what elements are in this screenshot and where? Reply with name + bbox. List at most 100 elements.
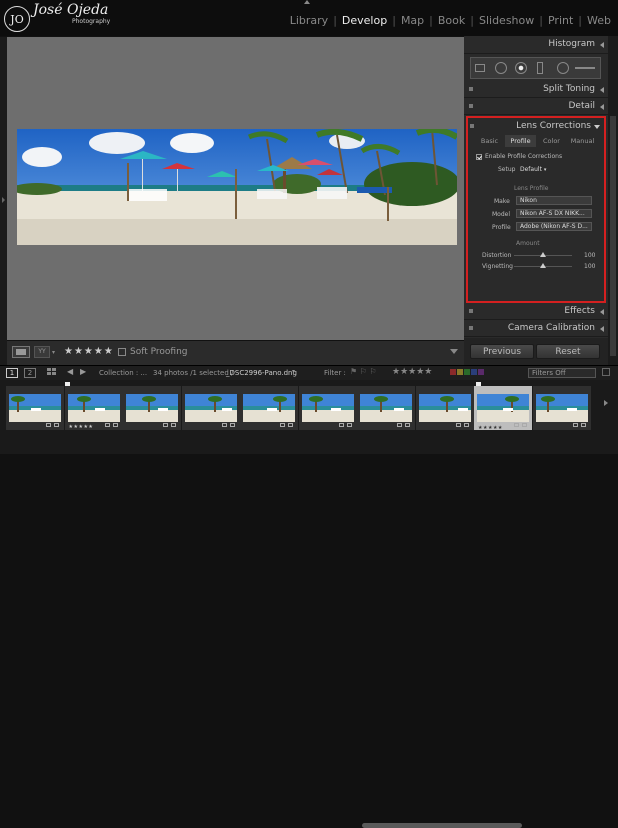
filmstrip-thumbnail[interactable] (415, 386, 474, 430)
image-preview-area[interactable] (7, 37, 464, 340)
crop-tool-icon[interactable] (495, 62, 507, 74)
profile-select[interactable]: Adobe (Nikon AF-S D... (516, 222, 592, 231)
left-panel-collapsed[interactable] (0, 37, 7, 365)
radial-filter-icon[interactable] (557, 62, 569, 74)
slider-knob[interactable] (540, 263, 546, 268)
collection-source[interactable]: Collection : ... (99, 369, 147, 377)
collapse-top-arrow-icon[interactable] (304, 0, 310, 4)
thumbnail-image (360, 394, 412, 422)
vignetting-slider[interactable] (514, 263, 572, 268)
toolbar-menu-arrow-icon[interactable] (450, 349, 458, 354)
filmstrip-right-arrow-icon[interactable] (604, 400, 608, 406)
lens-profile-section: Lens Profile (514, 185, 549, 192)
window-2-button[interactable]: 2 (24, 368, 36, 378)
panel-switch-icon[interactable] (469, 326, 473, 330)
camera-calibration-header[interactable]: Camera Calibration (464, 320, 608, 337)
module-book[interactable]: Book (433, 14, 470, 27)
filmstrip-thumbnail[interactable]: ★★★★★ (474, 382, 532, 431)
forward-arrow-icon[interactable]: ▶ (80, 367, 86, 376)
lens-corrections-header[interactable]: Lens Corrections (468, 118, 604, 135)
filmstrip-thumbnail[interactable] (181, 386, 240, 430)
module-web[interactable]: Web (582, 14, 616, 27)
back-arrow-icon[interactable]: ◀ (67, 367, 73, 376)
module-map[interactable]: Map (396, 14, 429, 27)
filmstrip-thumbnail[interactable] (532, 386, 591, 430)
model-select[interactable]: Nikon AF-S DX NIKK... (516, 209, 592, 218)
expand-arrow-icon[interactable] (594, 125, 600, 129)
collapse-arrow-icon[interactable] (600, 87, 604, 93)
pick-flag-icon[interactable] (476, 382, 481, 386)
vignetting-label: Vignetting (482, 263, 513, 270)
tab-profile[interactable]: Profile (505, 135, 536, 147)
model-label: Model (492, 211, 511, 218)
loupe-view-icon[interactable] (12, 346, 30, 358)
enable-profile-checkbox[interactable] (476, 153, 482, 160)
rating-filter-stars[interactable]: ★★★★★ (392, 367, 432, 377)
previous-button[interactable]: Previous (470, 344, 534, 359)
collapse-arrow-icon[interactable] (600, 309, 604, 315)
module-develop[interactable]: Develop (337, 14, 392, 27)
distortion-slider[interactable] (514, 252, 572, 257)
make-select[interactable]: Nikon (516, 196, 592, 205)
enable-profile-row[interactable]: Enable Profile Corrections (476, 153, 562, 160)
profile-label: Profile (492, 224, 511, 231)
collapse-arrow-icon[interactable] (600, 104, 604, 110)
filmstrip-thumbnail[interactable] (123, 386, 181, 430)
tab-color[interactable]: Color (536, 135, 567, 147)
logo-name: José Ojeda (33, 2, 109, 18)
filmstrip-thumbnail[interactable]: ★★★★★ (64, 382, 123, 430)
filmstrip-scrollbar[interactable] (362, 823, 522, 828)
edit-badge-icon (221, 423, 227, 427)
detail-header[interactable]: Detail (464, 98, 608, 115)
top-bar: JO José Ojeda Photography Library | Devel… (0, 0, 618, 36)
color-label-filter[interactable] (450, 369, 520, 377)
tab-manual[interactable]: Manual (567, 135, 598, 147)
setup-dropdown[interactable]: Default ▾ (520, 166, 546, 173)
reset-button[interactable]: Reset (536, 344, 600, 359)
module-print[interactable]: Print (543, 14, 578, 27)
selected-filename[interactable]: _DSC2996-Pano.dng (226, 369, 297, 377)
filters-off-dropdown[interactable]: Filters Off (528, 368, 596, 378)
panel-switch-icon[interactable] (469, 104, 473, 108)
logo-mark: JO (4, 6, 30, 32)
distortion-value[interactable]: 100 (584, 252, 595, 259)
module-library[interactable]: Library (285, 14, 333, 27)
filmstrip-thumbnail[interactable] (357, 386, 415, 430)
panel-switch-icon[interactable] (469, 87, 473, 91)
red-eye-icon[interactable] (537, 62, 543, 74)
panel-switch-icon[interactable] (470, 124, 474, 128)
profile-value: Adobe (Nikon AF-S D... (520, 223, 588, 230)
window-1-button[interactable]: 1 (6, 368, 18, 378)
effects-header[interactable]: Effects (464, 303, 608, 320)
right-panel: Histogram Split Toning Detail Lens Corre… (464, 36, 608, 366)
histogram-header[interactable]: Histogram (464, 36, 608, 54)
slider-knob[interactable] (540, 252, 546, 257)
soft-proofing-checkbox[interactable] (118, 348, 126, 356)
expand-left-arrow-icon[interactable] (2, 197, 5, 203)
rating-stars[interactable]: ★★★★★ (64, 346, 114, 357)
right-panel-scrollbar[interactable] (608, 36, 618, 366)
before-after-view-icon[interactable]: YY (34, 346, 50, 358)
filmstrip-thumbnail[interactable] (298, 386, 357, 430)
brush-slider-icon[interactable] (575, 67, 595, 69)
vignetting-value[interactable]: 100 (584, 263, 595, 270)
crop-badge-icon (288, 423, 293, 427)
flag-filter-icon[interactable]: ⚑ ⚐ ⚐ (350, 367, 377, 376)
module-slideshow[interactable]: Slideshow (474, 14, 539, 27)
collapse-arrow-icon[interactable] (600, 42, 604, 48)
grid-view-icon[interactable] (47, 368, 57, 377)
spot-removal-icon[interactable] (515, 62, 527, 74)
photo-count: 34 photos /1 selected / (153, 369, 234, 377)
split-toning-header[interactable]: Split Toning (464, 81, 608, 98)
chevron-down-icon[interactable]: ▾ (292, 368, 295, 375)
grid-overlay-icon[interactable] (475, 64, 485, 72)
filmstrip-thumbnail[interactable] (6, 386, 64, 430)
scroll-thumb[interactable] (610, 116, 616, 356)
filter-lock-icon[interactable] (602, 368, 610, 376)
filmstrip-thumbnail[interactable] (240, 386, 298, 430)
pick-flag-icon[interactable] (64, 382, 70, 386)
panel-switch-icon[interactable] (469, 309, 473, 313)
chevron-down-icon[interactable]: ▾ (52, 349, 55, 356)
collapse-arrow-icon[interactable] (600, 326, 604, 332)
tab-basic[interactable]: Basic (474, 135, 505, 147)
